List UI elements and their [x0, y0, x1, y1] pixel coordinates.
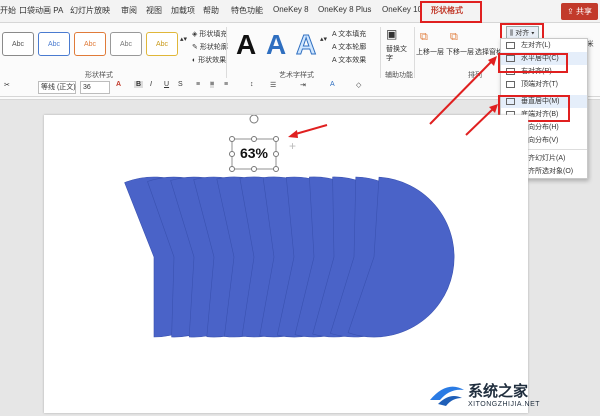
- bullets-icon[interactable]: ☰: [270, 81, 276, 89]
- send-backward-icon: ⧉: [450, 31, 458, 43]
- slide-canvas[interactable]: + 63%: [44, 115, 528, 413]
- pie-wedge-group[interactable]: [124, 176, 455, 338]
- align-center-icon[interactable]: ≡: [210, 81, 215, 88]
- resize-handle[interactable]: [273, 166, 279, 172]
- indent-icon[interactable]: ⇥: [300, 81, 306, 89]
- separator: [226, 27, 227, 81]
- shape-style-5[interactable]: Abc: [146, 32, 178, 56]
- replace-text-button[interactable]: 替换文字: [386, 45, 412, 63]
- shape-effect-button[interactable]: ◐ 形状效果: [192, 55, 226, 65]
- shape-style-2[interactable]: Abc: [38, 32, 70, 56]
- shape-fill-button[interactable]: ◈ 形状填充: [192, 29, 227, 39]
- styles-gallery-arrows-icon[interactable]: ▴▾: [180, 35, 187, 43]
- text-outline-icon: A: [332, 44, 337, 51]
- art-style-black-a[interactable]: A: [236, 29, 256, 61]
- text-effect-icon: A: [332, 57, 337, 64]
- ribbon-tab-bar: 开始 口袋动画 PA 幻灯片放映 审阅 视图 加载项 帮助 特色功能 OneKe…: [0, 0, 600, 23]
- bold-button[interactable]: B: [134, 81, 144, 88]
- art-style-outline-a[interactable]: A: [295, 29, 316, 61]
- tab-addins[interactable]: 加载项: [171, 5, 195, 16]
- font-size-select[interactable]: 36: [80, 81, 110, 94]
- paint-bucket-icon: ◈: [192, 31, 198, 38]
- art-gallery-arrows-icon[interactable]: ▴▾: [320, 35, 327, 43]
- resize-handle[interactable]: [229, 136, 235, 142]
- annotation-arrow: [288, 124, 328, 138]
- text-fill-button[interactable]: A 文本填充: [332, 29, 366, 39]
- site-watermark: 系统之家 XITONGZHIJIA.NET: [428, 378, 588, 414]
- tab-onekey8plus[interactable]: OneKey 8 Plus: [318, 5, 371, 14]
- align-top-icon: [506, 81, 515, 88]
- tab-review[interactable]: 审阅: [121, 5, 137, 16]
- line-spacing-icon[interactable]: ↕: [250, 81, 254, 88]
- add-icon: +: [289, 139, 296, 153]
- shapes-icon[interactable]: ◇: [356, 81, 361, 89]
- resize-handle[interactable]: [229, 166, 235, 172]
- send-backward-button[interactable]: 下移一层: [446, 47, 474, 57]
- align-left-item[interactable]: 左对齐(L): [501, 39, 587, 52]
- text-color-icon[interactable]: A: [330, 81, 335, 88]
- resize-handle[interactable]: [273, 136, 279, 142]
- align-left-icon: [506, 42, 515, 49]
- watermark-subtitle: XITONGZHIJIA.NET: [468, 401, 541, 408]
- watermark-title: 系统之家: [468, 383, 529, 400]
- text-fill-icon: A: [332, 31, 337, 38]
- percent-textbox[interactable]: 63%: [234, 145, 274, 161]
- tab-help[interactable]: 帮助: [203, 5, 219, 16]
- font-name-select[interactable]: 等线 (正文): [38, 81, 76, 94]
- bring-forward-icon: ⧉: [420, 31, 428, 43]
- tab-onekey8[interactable]: OneKey 8: [273, 5, 309, 14]
- align-right-icon[interactable]: ≡: [224, 81, 228, 88]
- align-top-item[interactable]: 顶端对齐(T): [501, 78, 587, 91]
- font-color-icon[interactable]: A: [116, 81, 121, 88]
- rotate-handle-icon[interactable]: [249, 115, 259, 124]
- separator: [380, 27, 381, 81]
- italic-icon[interactable]: I: [150, 81, 152, 88]
- underline-icon[interactable]: U: [164, 81, 169, 88]
- resize-handle[interactable]: [273, 151, 279, 157]
- share-label: 共享: [576, 7, 592, 16]
- tab-home[interactable]: 开始: [0, 5, 16, 16]
- shape-style-3[interactable]: Abc: [74, 32, 106, 56]
- share-icon: ⇪: [567, 7, 574, 16]
- shape-outline-button[interactable]: ✎ 形状轮廓: [192, 42, 228, 52]
- strikethrough-icon[interactable]: S: [178, 81, 183, 88]
- resize-handle[interactable]: [251, 166, 257, 172]
- alt-text-icon: ▣: [386, 27, 398, 41]
- tab-onekey10[interactable]: OneKey 10: [382, 5, 422, 14]
- shape-style-4[interactable]: Abc: [110, 32, 142, 56]
- share-button[interactable]: ⇪ 共享: [561, 3, 598, 20]
- art-style-blue-a[interactable]: A: [266, 29, 286, 61]
- tab-view[interactable]: 视图: [146, 5, 162, 16]
- align-left-icon[interactable]: ≡: [196, 81, 200, 88]
- text-outline-button[interactable]: A 文本轮廓: [332, 42, 366, 52]
- highlight-horizontal-center: [498, 53, 568, 73]
- pen-icon: ✎: [192, 44, 198, 51]
- slide-shapes: +: [124, 115, 455, 338]
- tab-features[interactable]: 特色功能: [231, 5, 263, 16]
- tab-slideshow[interactable]: 幻灯片放映: [70, 5, 110, 16]
- text-effect-button[interactable]: A 文本效果: [332, 55, 366, 65]
- highlight-shape-format-tab: [420, 1, 482, 23]
- separator: [414, 27, 415, 81]
- format-painter-icon[interactable]: ✂: [4, 81, 10, 89]
- tab-pocket-animation[interactable]: 口袋动画 PA: [19, 5, 63, 16]
- bring-forward-button[interactable]: 上移一层: [416, 47, 444, 57]
- resize-handle[interactable]: [251, 136, 257, 142]
- effect-icon: ◐: [192, 57, 197, 64]
- shape-style-1[interactable]: Abc: [2, 32, 34, 56]
- site-logo-icon: [430, 386, 464, 406]
